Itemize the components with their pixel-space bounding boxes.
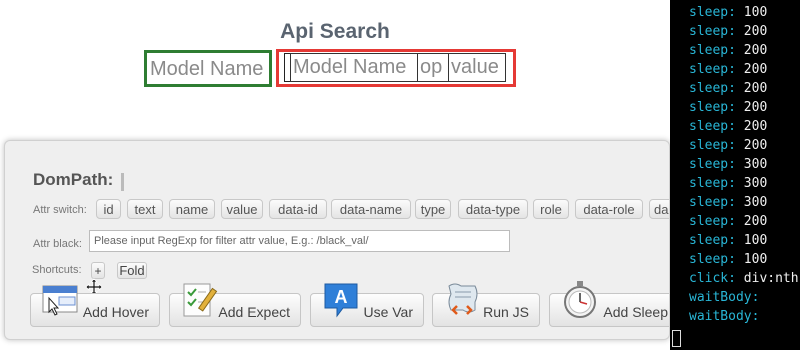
add-shortcut-button[interactable]: + xyxy=(91,262,105,279)
stopwatch-icon xyxy=(564,281,596,318)
use-var-button[interactable]: A Use Var xyxy=(310,283,424,327)
log-line: sleep: 300 xyxy=(689,195,768,210)
svg-text:A: A xyxy=(335,287,348,307)
log-line: waitBody: xyxy=(689,290,760,305)
log-line: sleep: 300 xyxy=(689,157,768,172)
use-var-label: Use Var xyxy=(363,304,413,320)
log-line: click: div:nth xyxy=(689,271,799,286)
attr-chip-data-name[interactable]: data-name xyxy=(331,199,411,219)
terminal-cursor xyxy=(672,330,681,347)
add-expect-label: Add Expect xyxy=(218,304,290,320)
log-line: sleep: 300 xyxy=(689,176,768,191)
shortcuts-label: Shortcuts: xyxy=(32,264,82,276)
expect-icon xyxy=(183,283,218,317)
attr-chip-role[interactable]: role xyxy=(533,199,569,219)
op-field[interactable] xyxy=(417,53,449,82)
log-line: sleep: 200 xyxy=(689,138,768,153)
run-js-button[interactable]: Run JS xyxy=(432,283,540,327)
model-name-field[interactable] xyxy=(290,53,418,82)
fold-button[interactable]: Fold xyxy=(117,262,147,279)
log-line: sleep: 100 xyxy=(689,252,768,267)
log-line: sleep: 200 xyxy=(689,24,768,39)
add-hover-label: Add Hover xyxy=(82,304,149,320)
page-title: Api Search xyxy=(280,20,390,43)
log-line: sleep: 200 xyxy=(689,100,768,115)
terminal-log: sleep: 100 sleep: 200 sleep: 200 sleep: … xyxy=(670,0,800,350)
log-line: sleep: 200 xyxy=(689,119,768,134)
attr-chip-data-type[interactable]: data-type xyxy=(458,199,528,219)
attr-chip-id[interactable]: id xyxy=(96,199,121,219)
dompath-panel: DomPath: Attr switch: id text name value… xyxy=(4,140,670,340)
attr-chip-data-role[interactable]: data-role xyxy=(575,199,643,219)
attr-chip-type[interactable]: type xyxy=(415,199,451,219)
add-sleep-label: Add Sleep xyxy=(603,304,668,320)
attr-chip-text[interactable]: text xyxy=(127,199,163,219)
log-line: sleep: 200 xyxy=(689,43,768,58)
attr-chip-value[interactable]: value xyxy=(221,199,263,219)
attr-black-input[interactable] xyxy=(89,230,510,252)
value-field[interactable] xyxy=(448,53,506,82)
hover-icon xyxy=(42,285,78,316)
text-caret xyxy=(121,173,124,191)
attr-chip-name[interactable]: name xyxy=(169,199,215,219)
log-line: sleep: 200 xyxy=(689,62,768,77)
attr-chip-data-id[interactable]: data-id xyxy=(269,199,327,219)
variable-icon: A xyxy=(324,283,358,318)
panel-title: DomPath: xyxy=(33,170,114,189)
log-line: sleep: 100 xyxy=(689,5,768,20)
model-name-input[interactable] xyxy=(147,55,269,83)
log-line: sleep: 200 xyxy=(689,81,768,96)
attr-switch-label: Attr switch: xyxy=(33,204,87,216)
log-line: sleep: 200 xyxy=(689,214,768,229)
attr-chip-truncated[interactable]: da xyxy=(649,199,669,219)
log-line: sleep: 100 xyxy=(689,233,768,248)
run-js-label: Run JS xyxy=(483,304,529,320)
script-icon xyxy=(448,283,478,315)
add-hover-button[interactable]: Add Hover xyxy=(30,285,160,327)
log-line: waitBody: xyxy=(689,309,760,324)
add-expect-button[interactable]: Add Expect xyxy=(169,283,301,327)
add-sleep-button[interactable]: Add Sleep xyxy=(549,281,669,327)
attr-black-label: Attr black: xyxy=(33,238,82,250)
